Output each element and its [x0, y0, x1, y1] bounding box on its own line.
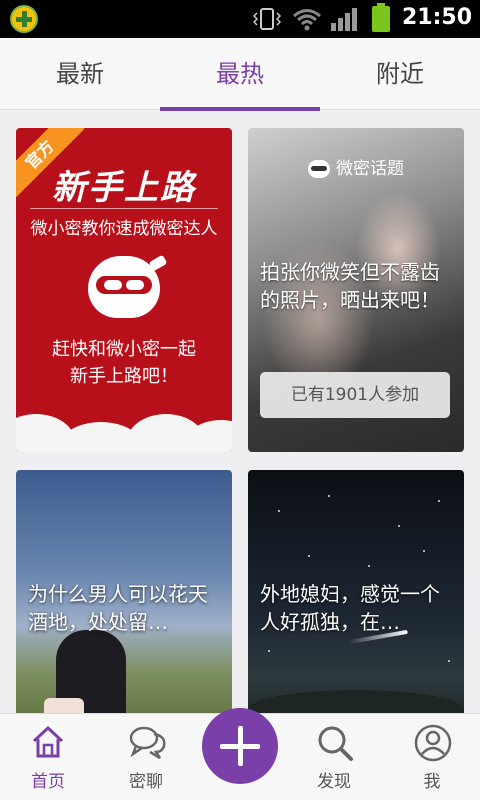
tab-nearby[interactable]: 附近: [320, 38, 480, 110]
nav-chat[interactable]: 密聊: [98, 714, 194, 800]
post-card[interactable]: 为什么男人可以花天酒地，处处留…: [16, 470, 232, 714]
card-text: 赶快和微小密一起 新手上路吧！: [52, 339, 196, 387]
topic-header: 微密话题: [248, 154, 464, 179]
topic-text: 拍张你微笑但不露齿的照片，晒出来吧！: [260, 260, 440, 312]
post-card[interactable]: 外地媳妇，感觉一个人好孤独，在…: [248, 470, 464, 714]
nav-home-label: 首页: [31, 772, 65, 792]
nav-discover-label: 发现: [317, 772, 351, 792]
wifi-icon: [293, 9, 321, 31]
card-title: 新手上路: [52, 168, 196, 208]
vibrate-icon: [253, 8, 281, 30]
feed-grid: 官方 新手上路 微小密教你速成微密达人 赶快和微小密一起 新手上路吧！ 微密话题…: [0, 111, 480, 714]
home-icon: [32, 726, 64, 758]
divider: [30, 208, 218, 209]
participants-button[interactable]: 已有1901人参加: [260, 372, 450, 418]
chat-bubbles-icon: [129, 726, 166, 760]
nav-home[interactable]: 首页: [0, 714, 96, 800]
tab-hottest[interactable]: 最热: [160, 38, 320, 111]
post-text: 为什么男人可以花天酒地，处处留…: [28, 582, 208, 634]
status-bar: 21:50: [0, 0, 480, 38]
nav-me[interactable]: 我: [384, 714, 480, 800]
app-notification-icon: [10, 5, 38, 33]
mask-icon: [308, 160, 330, 178]
status-time: 21:50: [402, 5, 473, 30]
nav-discover[interactable]: 发现: [286, 714, 382, 800]
post-text: 外地媳妇，感觉一个人好孤独，在…: [260, 582, 440, 634]
nav-me-label: 我: [423, 772, 441, 792]
official-guide-card[interactable]: 官方 新手上路 微小密教你速成微密达人 赶快和微小密一起 新手上路吧！: [16, 128, 232, 452]
search-icon: [318, 726, 353, 761]
mascot-icon: [88, 254, 168, 318]
nav-chat-label: 密聊: [129, 772, 163, 792]
tab-bar: 最新 最热 附近: [0, 38, 480, 111]
battery-icon: [372, 3, 390, 32]
topic-card[interactable]: 微密话题 拍张你微笑但不露齿的照片，晒出来吧！ 已有1901人参加: [248, 128, 464, 452]
profile-icon: [414, 724, 452, 762]
compose-plus-button[interactable]: [202, 708, 278, 784]
card-subtitle: 微小密教你速成微密达人: [30, 219, 218, 239]
signal-icon: [331, 8, 357, 31]
bottom-nav: 首页 密聊 发现 我: [0, 708, 480, 800]
tab-latest[interactable]: 最新: [0, 38, 160, 110]
